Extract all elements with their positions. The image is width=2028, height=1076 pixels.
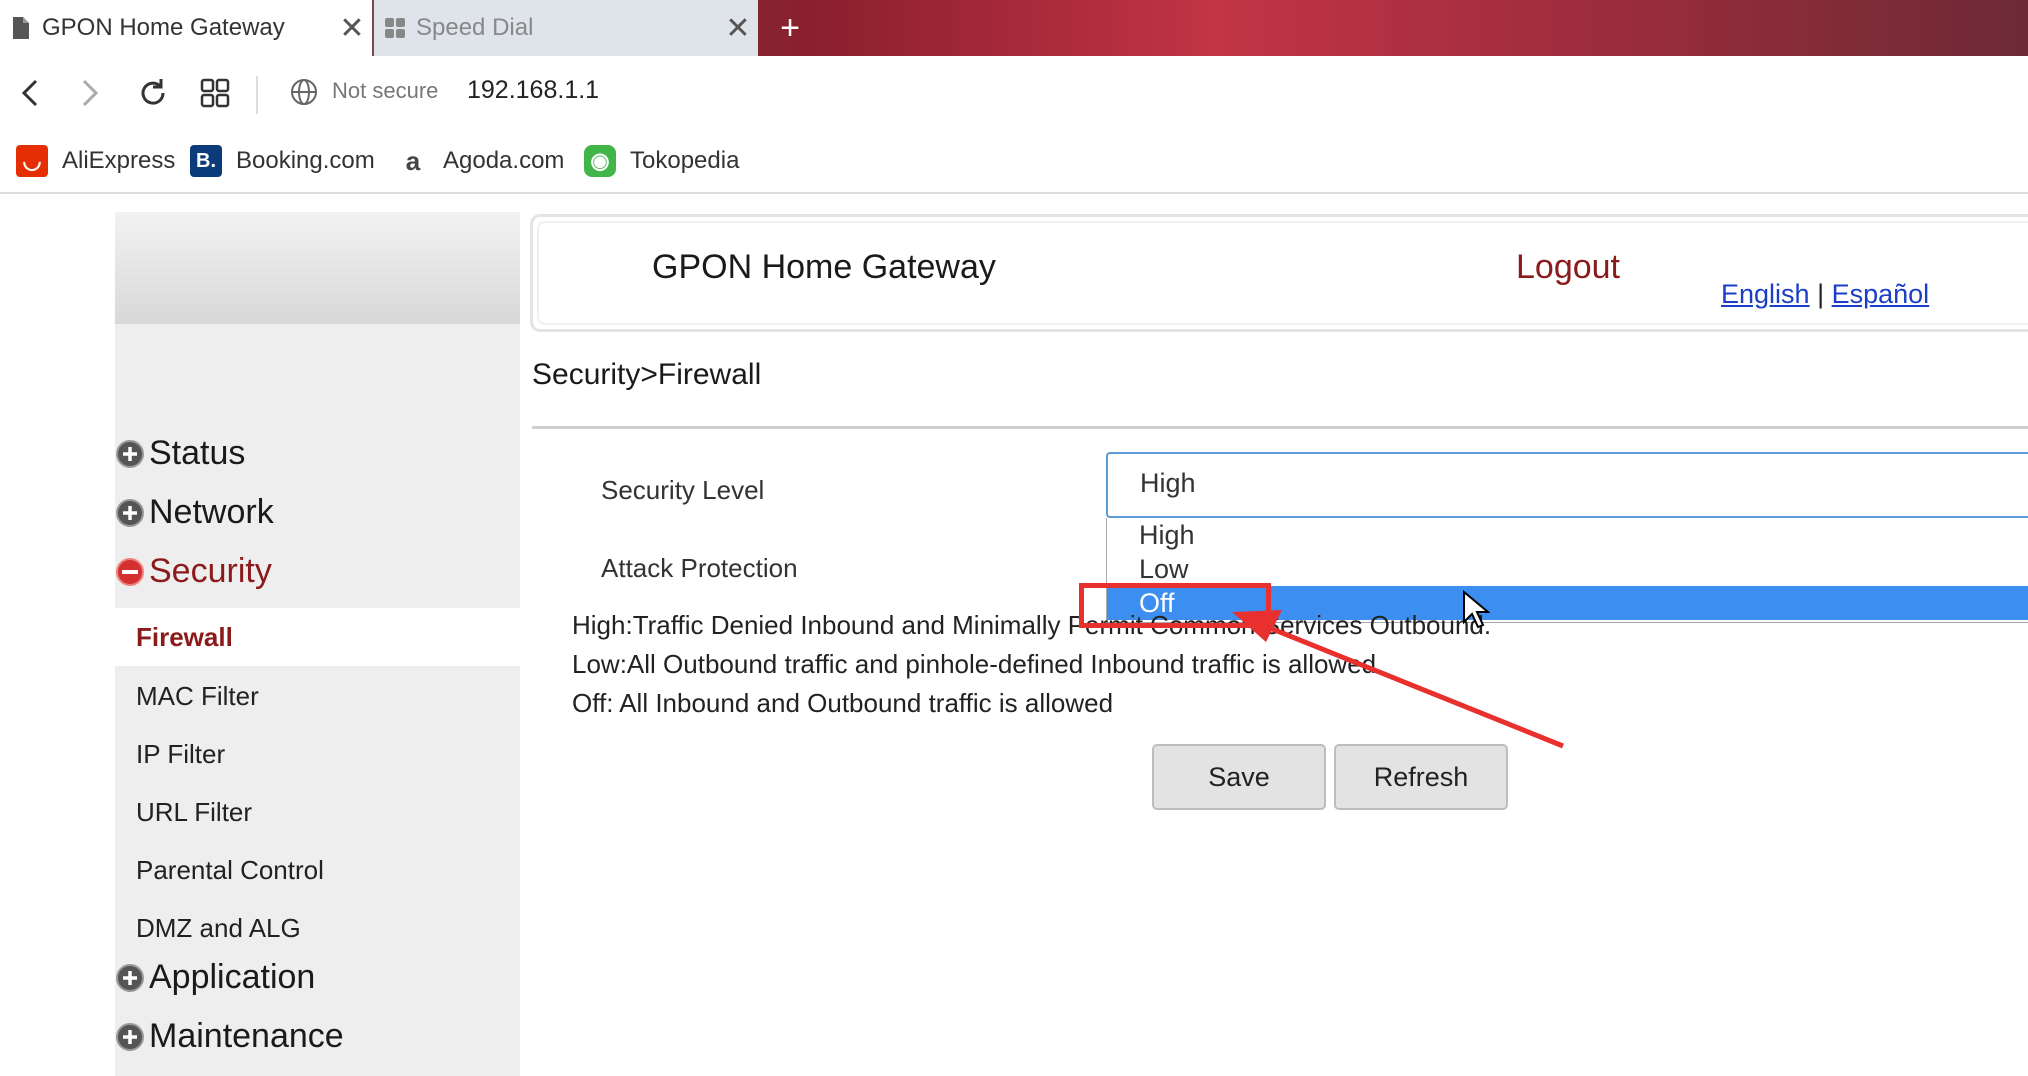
annotation-arrow <box>1232 610 1564 749</box>
mouse-cursor-icon <box>1463 590 1490 629</box>
